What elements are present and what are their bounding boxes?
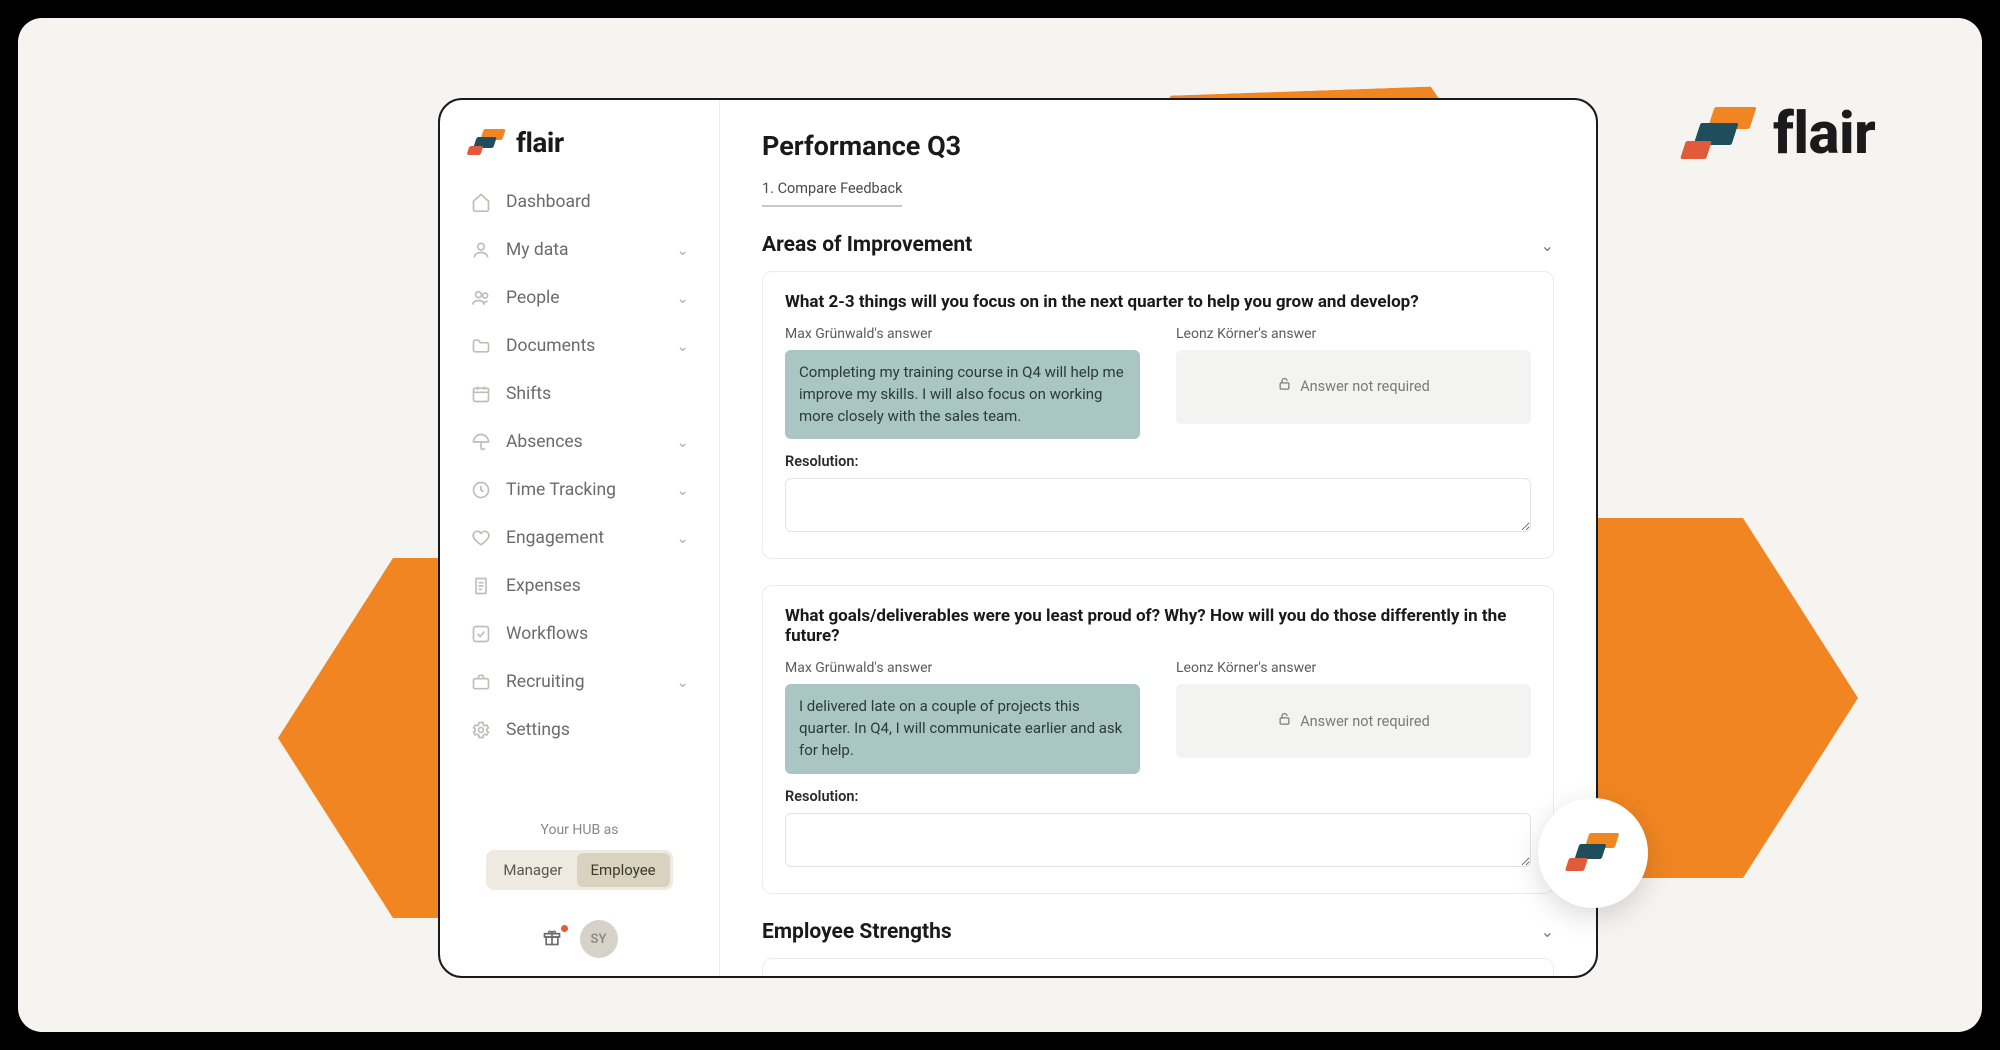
chevron-down-icon: ⌄ [676, 289, 689, 307]
sidebar-item-label: Recruiting [506, 672, 585, 692]
external-brand: flair [1683, 100, 1875, 168]
chevron-down-icon: ⌄ [676, 481, 689, 499]
briefcase-icon [470, 671, 492, 693]
sidebar-item-engagement[interactable]: Engagement ⌄ [458, 515, 701, 561]
question-card: What 2-3 things will you focus on in the… [762, 271, 1554, 559]
section-title: Areas of Improvement [762, 233, 972, 257]
brand-name: flair [516, 126, 564, 159]
sidebar-item-label: Settings [506, 720, 570, 740]
answer-box: I delivered late on a couple of projects… [785, 684, 1140, 773]
avatar[interactable]: SY [580, 920, 618, 958]
hub-segment-manager[interactable]: Manager [489, 853, 576, 887]
answer-label: Leonz Körner's answer [1176, 660, 1531, 676]
resolution-input[interactable] [785, 478, 1531, 532]
sidebar-item-my-data[interactable]: My data ⌄ [458, 227, 701, 273]
chevron-down-icon: ⌄ [676, 433, 689, 451]
chevron-down-icon: ⌄ [676, 337, 689, 355]
sidebar-item-label: Shifts [506, 384, 551, 404]
check-icon [470, 623, 492, 645]
floating-brand-badge[interactable] [1538, 798, 1648, 908]
promo-frame: flair flair DashboardMy data⌄People⌄Docu… [18, 18, 1982, 1032]
section-title: Employee Strengths [762, 920, 952, 944]
sidebar-item-dashboard[interactable]: Dashboard [458, 179, 701, 225]
sidebar-item-workflows[interactable]: Workflows [458, 611, 701, 657]
chevron-down-icon: ⌄ [676, 673, 689, 691]
flair-logo-icon [1683, 107, 1757, 161]
hub-segment-employee[interactable]: Employee [577, 853, 670, 887]
calendar-icon [470, 383, 492, 405]
answer-not-required: Answer not required [1176, 350, 1531, 424]
clock-icon [470, 479, 492, 501]
question-prompt: What 2-3 things will you focus on in the… [785, 292, 1531, 312]
flair-logo-icon [468, 129, 506, 157]
sidebar-footer: SY [458, 920, 701, 958]
flair-logo-icon [1567, 833, 1619, 873]
main-content: Performance Q3 1. Compare Feedback Areas… [720, 100, 1596, 976]
answer-label: Leonz Körner's answer [1176, 326, 1531, 342]
user-icon [470, 239, 492, 261]
answer-label: Max Grünwald's answer [785, 660, 1140, 676]
sidebar-item-label: Time Tracking [506, 480, 616, 500]
answer-label: Max Grünwald's answer [785, 326, 1140, 342]
notification-dot-icon [561, 925, 568, 932]
folder-icon [470, 335, 492, 357]
sidebar-item-recruiting[interactable]: Recruiting ⌄ [458, 659, 701, 705]
sidebar-item-label: People [506, 288, 560, 308]
wizard-step[interactable]: 1. Compare Feedback [762, 180, 902, 207]
sidebar-item-documents[interactable]: Documents ⌄ [458, 323, 701, 369]
chevron-down-icon: ⌄ [676, 529, 689, 547]
hub-label: Your HUB as [458, 822, 701, 838]
sidebar-item-label: Documents [506, 336, 595, 356]
sidebar-item-label: Dashboard [506, 192, 591, 212]
resolution-input[interactable] [785, 813, 1531, 867]
resolution-label: Resolution: [785, 453, 1531, 470]
heart-icon [470, 527, 492, 549]
page-title: Performance Q3 [762, 130, 1554, 162]
sidebar-item-label: Engagement [506, 528, 604, 548]
question-card: What personal strengths help you do your… [762, 958, 1554, 977]
sidebar: flair Dashboard My data ⌄ People ⌄ Documents ⌄… [440, 100, 720, 976]
sidebar-item-time-tracking[interactable]: Time Tracking ⌄ [458, 467, 701, 513]
receipt-icon [470, 575, 492, 597]
brand[interactable]: flair [458, 126, 701, 179]
chevron-down-icon[interactable]: ⌄ [1541, 236, 1554, 255]
gear-icon [470, 719, 492, 741]
sidebar-item-settings[interactable]: Settings [458, 707, 701, 753]
answer-box: Completing my training course in Q4 will… [785, 350, 1140, 439]
sidebar-item-label: My data [506, 240, 569, 260]
brand-name: flair [1773, 100, 1875, 168]
sidebar-item-label: Expenses [506, 576, 581, 596]
lock-icon [1277, 376, 1292, 397]
resolution-label: Resolution: [785, 788, 1531, 805]
app-window: flair Dashboard My data ⌄ People ⌄ Documents ⌄… [438, 98, 1598, 978]
sidebar-item-shifts[interactable]: Shifts [458, 371, 701, 417]
hub-toggle[interactable]: ManagerEmployee [486, 850, 672, 890]
sidebar-item-expenses[interactable]: Expenses [458, 563, 701, 609]
lock-icon [1277, 711, 1292, 732]
sidebar-item-label: Absences [506, 432, 583, 452]
sidebar-item-label: Workflows [506, 624, 588, 644]
people-icon [470, 287, 492, 309]
gift-icon[interactable] [542, 927, 562, 952]
umbrella-icon [470, 431, 492, 453]
question-prompt: What goals/deliverables were you least p… [785, 606, 1531, 646]
chevron-down-icon[interactable]: ⌄ [1541, 922, 1554, 941]
sidebar-item-absences[interactable]: Absences ⌄ [458, 419, 701, 465]
hub-switcher: Your HUB as ManagerEmployee [458, 798, 701, 890]
answer-not-required: Answer not required [1176, 684, 1531, 758]
home-icon [470, 191, 492, 213]
sidebar-item-people[interactable]: People ⌄ [458, 275, 701, 321]
chevron-down-icon: ⌄ [676, 241, 689, 259]
question-card: What goals/deliverables were you least p… [762, 585, 1554, 893]
nav: Dashboard My data ⌄ People ⌄ Documents ⌄ Shifts… [458, 179, 701, 753]
